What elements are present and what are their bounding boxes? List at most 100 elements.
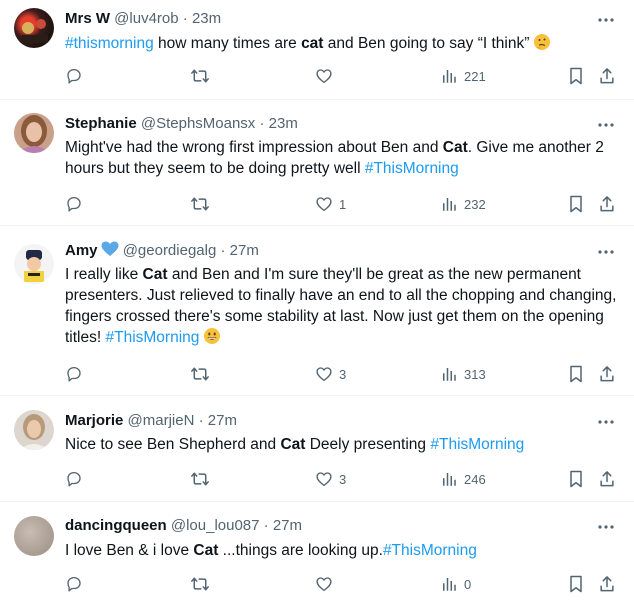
user-handle[interactable]: @StephsMoansx	[141, 115, 255, 132]
tweet-header: Mrs W @luv4rob · 23m	[65, 9, 221, 29]
hashtag-link[interactable]: #ThisMorning	[430, 436, 524, 453]
display-name[interactable]: dancingqueen	[65, 517, 167, 534]
separator-dot: ·	[182, 10, 188, 27]
bookmark-button[interactable]	[567, 468, 585, 490]
more-icon[interactable]	[596, 517, 616, 537]
share-button[interactable]	[598, 193, 616, 215]
tweet-header: dancingqueen @lou_lou087 · 27m	[65, 516, 302, 536]
keyword-highlight: Cat	[142, 266, 168, 283]
bookmark-icon	[567, 194, 585, 214]
share-button[interactable]	[598, 363, 616, 385]
retweet-icon	[190, 470, 210, 488]
separator-dot: ·	[220, 242, 226, 259]
tweet-text-segment: Deely presenting	[305, 436, 431, 453]
reply-button[interactable]	[65, 468, 89, 490]
reply-icon	[65, 365, 83, 383]
bookmark-icon	[567, 469, 585, 489]
action-bar: 1 232	[65, 193, 625, 215]
like-count: 1	[339, 196, 347, 212]
like-button[interactable]	[315, 573, 339, 595]
heart-icon	[315, 470, 333, 488]
reply-icon	[65, 470, 83, 488]
display-name[interactable]: Mrs W	[65, 10, 110, 27]
user-handle[interactable]: @marjieN	[128, 412, 195, 429]
avatar[interactable]	[14, 244, 54, 284]
bookmark-icon	[567, 66, 585, 86]
user-handle[interactable]: @lou_lou087	[171, 517, 260, 534]
timestamp[interactable]: 27m	[273, 517, 302, 534]
tweet[interactable]: Stephanie @StephsMoansx · 23m Might've h…	[0, 100, 634, 226]
like-button[interactable]: 3	[315, 468, 346, 490]
share-icon	[598, 66, 616, 86]
reply-button[interactable]	[65, 65, 89, 87]
timestamp[interactable]: 23m	[269, 115, 298, 132]
share-icon	[598, 364, 616, 384]
like-button[interactable]: 1	[315, 193, 346, 215]
display-name[interactable]: Marjorie	[65, 412, 123, 429]
views-button[interactable]: 232	[440, 193, 486, 215]
hashtag-link[interactable]: #ThisMorning	[365, 160, 459, 177]
action-bar: 221	[65, 65, 625, 87]
retweet-button[interactable]	[190, 468, 216, 490]
separator-dot: ·	[263, 517, 269, 534]
retweet-icon	[190, 575, 210, 593]
views-button[interactable]: 246	[440, 468, 486, 490]
share-button[interactable]	[598, 65, 616, 87]
avatar[interactable]	[14, 113, 54, 153]
display-name[interactable]: Amy	[65, 242, 98, 259]
display-name[interactable]: Stephanie	[65, 115, 137, 132]
retweet-button[interactable]	[190, 573, 216, 595]
more-icon[interactable]	[596, 115, 616, 135]
views-button[interactable]: 313	[440, 363, 486, 385]
more-icon[interactable]	[596, 10, 616, 30]
retweet-button[interactable]	[190, 193, 216, 215]
reply-button[interactable]	[65, 363, 89, 385]
reply-button[interactable]	[65, 193, 89, 215]
tweet-text-segment: ...things are looking up.	[218, 542, 383, 559]
views-button[interactable]: 0	[440, 573, 471, 595]
views-count: 0	[464, 576, 472, 592]
tweet[interactable]: Amy @geordiegalg · 27m I really like Cat…	[0, 226, 634, 396]
more-icon[interactable]	[596, 412, 616, 432]
like-button[interactable]: 3	[315, 363, 346, 385]
more-icon[interactable]	[596, 242, 616, 262]
reply-icon	[65, 575, 83, 593]
hashtag-link[interactable]: #ThisMorning	[383, 542, 477, 559]
share-icon	[598, 469, 616, 489]
tweet-text-segment: how many times are	[153, 35, 302, 52]
timestamp[interactable]: 23m	[192, 10, 221, 27]
bookmark-button[interactable]	[567, 65, 585, 87]
avatar[interactable]	[14, 8, 54, 48]
tweet-header: Marjorie @marjieN · 27m	[65, 411, 237, 431]
timestamp[interactable]: 27m	[208, 412, 237, 429]
tweet-text-segment: and Ben going to say “I think”	[323, 35, 530, 52]
user-handle[interactable]: @geordiegalg	[123, 242, 217, 259]
retweet-button[interactable]	[190, 65, 216, 87]
timestamp[interactable]: 27m	[230, 242, 259, 259]
tweet[interactable]: Mrs W @luv4rob · 23m #thismorning how ma…	[0, 0, 634, 100]
retweet-icon	[190, 195, 210, 213]
tweet[interactable]: Marjorie @marjieN · 27m Nice to see Ben …	[0, 396, 634, 502]
like-count: 3	[339, 471, 347, 487]
tweet-text: I love Ben & i love Cat ...things are lo…	[65, 540, 620, 561]
like-button[interactable]	[315, 65, 339, 87]
retweet-icon	[190, 67, 210, 85]
bookmark-button[interactable]	[567, 363, 585, 385]
action-bar: 0	[65, 573, 625, 595]
reply-button[interactable]	[65, 573, 89, 595]
avatar[interactable]	[14, 516, 54, 556]
bookmark-button[interactable]	[567, 573, 585, 595]
share-button[interactable]	[598, 573, 616, 595]
hashtag-link[interactable]: #thismorning	[65, 35, 154, 52]
retweet-button[interactable]	[190, 363, 216, 385]
share-button[interactable]	[598, 468, 616, 490]
bookmark-icon	[567, 364, 585, 384]
avatar[interactable]	[14, 410, 54, 450]
bookmark-button[interactable]	[567, 193, 585, 215]
tweet-text-segment: Might've had the wrong first impression …	[65, 139, 443, 156]
tweet[interactable]: dancingqueen @lou_lou087 · 27m I love Be…	[0, 502, 634, 612]
user-handle[interactable]: @luv4rob	[114, 10, 178, 27]
views-button[interactable]: 221	[440, 65, 486, 87]
hashtag-link[interactable]: #ThisMorning	[105, 329, 199, 346]
heart-icon	[315, 365, 333, 383]
